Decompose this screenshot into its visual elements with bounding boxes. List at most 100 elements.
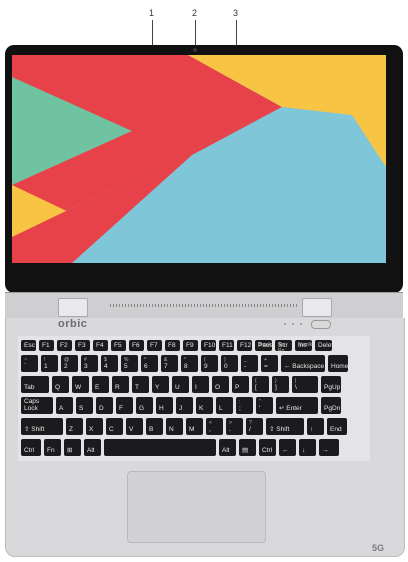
key[interactable]: ↵ Enter [276, 397, 318, 414]
key[interactable]: F [116, 397, 133, 414]
key[interactable]: Esc [21, 340, 36, 351]
key[interactable]: _ - [241, 355, 258, 372]
key[interactable]: | \ [292, 376, 318, 393]
key[interactable]: G [136, 397, 153, 414]
key[interactable]: ⇧ Shift [21, 418, 63, 435]
key[interactable]: Scr RqPrt Scr [275, 340, 292, 351]
key[interactable]: N [166, 418, 183, 435]
key[interactable]: PgDn [321, 397, 341, 414]
key[interactable]: R [112, 376, 129, 393]
key[interactable]: + = [261, 355, 278, 372]
key[interactable]: F4 [93, 340, 108, 351]
key[interactable]: ⊞ [64, 439, 81, 456]
key-label: 3 [84, 363, 88, 370]
key[interactable]: F3 [75, 340, 90, 351]
key[interactable]: F2 [57, 340, 72, 351]
key[interactable]: ⇧ Shift [266, 418, 304, 435]
key-label: F [119, 405, 123, 412]
key[interactable]: @2 [61, 355, 78, 372]
key[interactable]: ↑ [307, 418, 324, 435]
key[interactable]: Y [152, 376, 169, 393]
key[interactable]: }] [272, 376, 289, 393]
key[interactable]: Alt [84, 439, 101, 456]
key[interactable]: F10 [201, 340, 216, 351]
key[interactable]: Q [52, 376, 69, 393]
key[interactable]: :; [236, 397, 253, 414]
key[interactable]: End [327, 418, 347, 435]
key[interactable]: O [212, 376, 229, 393]
key[interactable]: ) 0 [221, 355, 238, 372]
key[interactable]: BreakPause [255, 340, 272, 351]
touchpad[interactable] [127, 471, 266, 543]
key[interactable]: X [86, 418, 103, 435]
key[interactable]: ~ ` [21, 355, 38, 372]
key[interactable]: ← Backspace [281, 355, 325, 372]
key[interactable]: Alt [219, 439, 236, 456]
key[interactable]: & 7 [161, 355, 178, 372]
key[interactable]: T [132, 376, 149, 393]
key[interactable]: Tab [21, 376, 49, 393]
key[interactable]: B [146, 418, 163, 435]
key[interactable]: PgUp [321, 376, 341, 393]
power-button[interactable] [311, 320, 331, 329]
key[interactable]: ← [279, 439, 296, 456]
key[interactable]: F12 [237, 340, 252, 351]
key[interactable]: ^ 6 [141, 355, 158, 372]
key[interactable]: V [126, 418, 143, 435]
key[interactable]: J [176, 397, 193, 414]
key[interactable]: <, [206, 418, 223, 435]
key[interactable]: Caps Lock [21, 397, 53, 414]
key[interactable]: F11 [219, 340, 234, 351]
key[interactable]: Fn [44, 439, 61, 456]
hinge-left [58, 298, 88, 317]
key[interactable]: Delete [315, 340, 332, 351]
key[interactable]: {[ [252, 376, 269, 393]
key[interactable]: Ctrl [259, 439, 276, 456]
key[interactable]: → [319, 439, 339, 456]
key[interactable]: Numlk Ins [295, 340, 312, 351]
key[interactable]: F7 [147, 340, 162, 351]
key[interactable]: W [72, 376, 89, 393]
key-label: Pause [258, 342, 272, 349]
key[interactable]: E [92, 376, 109, 393]
key-label: M [189, 426, 195, 433]
key[interactable]: L [216, 397, 233, 414]
key[interactable] [104, 439, 216, 456]
key[interactable]: I [192, 376, 209, 393]
key[interactable]: (9 [201, 355, 218, 372]
key[interactable]: S [76, 397, 93, 414]
key[interactable]: C [106, 418, 123, 435]
key[interactable]: F8 [165, 340, 180, 351]
key-label: J [179, 405, 183, 412]
brand-logo: orbic [58, 318, 88, 330]
key[interactable]: ↓ [299, 439, 316, 456]
key[interactable]: " ' [256, 397, 273, 414]
key-label: I [195, 384, 197, 391]
key[interactable]: F9 [183, 340, 198, 351]
key[interactable]: Home [328, 355, 348, 372]
key-label: ← [282, 447, 289, 454]
key[interactable]: % 5 [121, 355, 138, 372]
key-label: ↵ Enter [279, 405, 302, 412]
key[interactable]: Ctrl [21, 439, 41, 456]
key[interactable]: ? / [246, 418, 263, 435]
key[interactable]: ! 1 [41, 355, 58, 372]
key[interactable]: U [172, 376, 189, 393]
key[interactable]: K [196, 397, 213, 414]
key[interactable]: #3 [81, 355, 98, 372]
key-label: Q [55, 384, 61, 391]
key[interactable]: Z [66, 418, 83, 435]
callout-1-line [152, 20, 153, 48]
key[interactable]: A [56, 397, 73, 414]
key[interactable]: F5 [111, 340, 126, 351]
key[interactable]: ▤ [239, 439, 256, 456]
key[interactable]: F1 [39, 340, 54, 351]
key[interactable]: M [186, 418, 203, 435]
key[interactable]: F6 [129, 340, 144, 351]
key[interactable]: D [96, 397, 113, 414]
key[interactable]: H [156, 397, 173, 414]
key[interactable]: >. [226, 418, 243, 435]
key[interactable]: $4 [101, 355, 118, 372]
key[interactable]: P [232, 376, 249, 393]
key[interactable]: * 8 [181, 355, 198, 372]
